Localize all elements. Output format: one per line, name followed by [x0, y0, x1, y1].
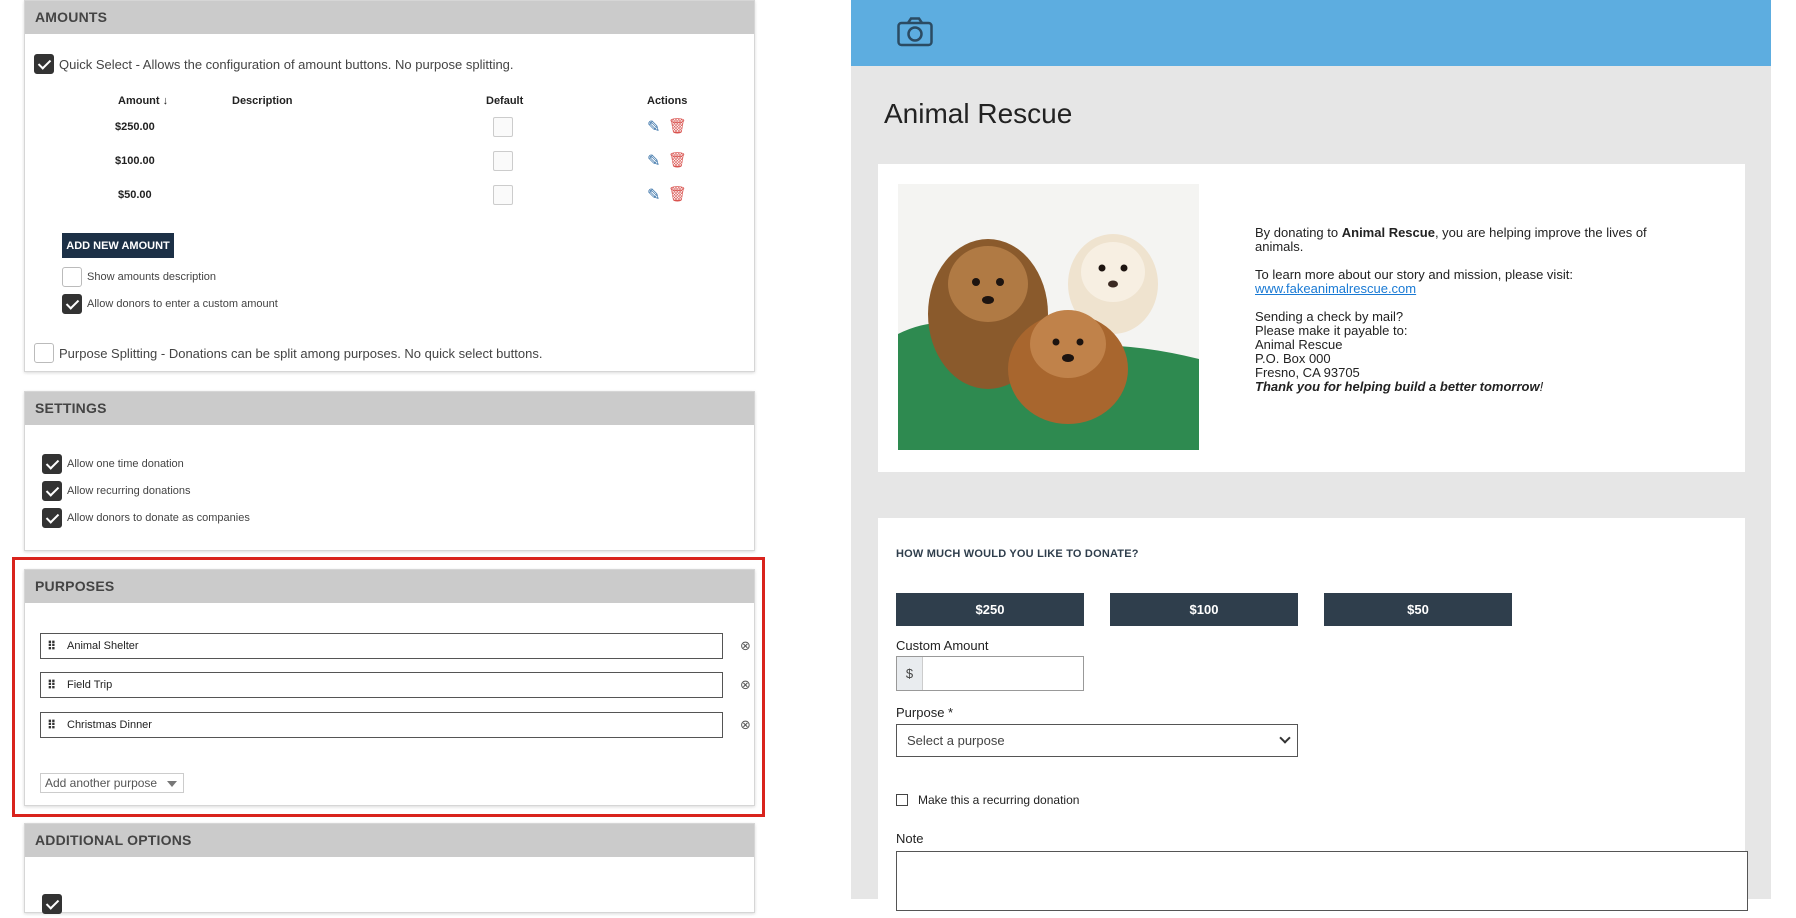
form-editor: AMOUNTS Quick Select - Allows the config… [0, 0, 780, 914]
desc-org-name: Animal Rescue [1341, 225, 1435, 240]
purpose-splitting-option[interactable]: Purpose Splitting - Donations can be spl… [34, 343, 542, 363]
donation-card: HOW MUCH WOULD YOU LIKE TO DONATE? $250 … [878, 518, 1748, 918]
amount-value: $100.00 [115, 155, 155, 167]
purpose-splitting-checkbox[interactable] [34, 343, 54, 363]
quick-select-label: Quick Select - Allows the configuration … [59, 56, 514, 72]
settings-label: Allow one time donation [67, 458, 184, 470]
note-label: Note [896, 831, 924, 846]
header-bar [851, 0, 1771, 66]
settings-header: SETTINGS [25, 392, 754, 425]
trash-icon[interactable]: 🗑︎ [668, 117, 687, 135]
check-mail-info: Sending a check by mail? Please make it … [1255, 310, 1675, 394]
additional-option-checkbox[interactable] [42, 894, 62, 914]
default-checkbox[interactable] [493, 117, 513, 137]
column-amount[interactable]: Amount ↓ [118, 95, 168, 107]
amounts-panel: AMOUNTS Quick Select - Allows the config… [24, 0, 755, 372]
show-description-option[interactable]: Show amounts description [62, 267, 216, 287]
puppies-photo [898, 184, 1199, 450]
chevron-down-icon [1279, 732, 1291, 744]
check-line: Fresno, CA 93705 [1255, 365, 1360, 380]
quick-select-option[interactable]: Quick Select - Allows the configuration … [34, 54, 514, 74]
amount-value: $50.00 [118, 189, 152, 201]
trash-icon[interactable]: 🗑︎ [668, 151, 687, 169]
check-line: Animal Rescue [1255, 337, 1343, 352]
org-description: By donating to Animal Rescue, you are he… [1255, 226, 1675, 394]
column-description: Description [232, 95, 293, 107]
quick-select-checkbox[interactable] [34, 54, 54, 74]
default-checkbox[interactable] [493, 185, 513, 205]
companies-checkbox[interactable] [42, 508, 62, 528]
allow-custom-label: Allow donors to enter a custom amount [87, 298, 278, 310]
custom-amount-input[interactable]: $ [896, 656, 1084, 691]
table-row: $50.00 ✎ 🗑︎ [80, 183, 720, 211]
donate-question: HOW MUCH WOULD YOU LIKE TO DONATE? [896, 548, 1139, 560]
allow-custom-option[interactable]: Allow donors to enter a custom amount [62, 294, 278, 314]
learn-more-text: To learn more about our story and missio… [1255, 267, 1573, 282]
allow-custom-checkbox[interactable] [62, 294, 82, 314]
additional-options-panel: ADDITIONAL OPTIONS [24, 823, 755, 914]
check-line: Sending a check by mail? [1255, 309, 1404, 324]
settings-option[interactable]: Allow one time donation [42, 454, 184, 474]
show-description-checkbox[interactable] [62, 267, 82, 287]
one-time-checkbox[interactable] [42, 454, 62, 474]
donation-preview: Animal Rescue By donating to Animal Resc… [851, 0, 1771, 918]
additional-options-header: ADDITIONAL OPTIONS [25, 824, 754, 857]
note-textarea[interactable] [896, 851, 1748, 911]
trash-icon[interactable]: 🗑︎ [668, 185, 687, 203]
pencil-icon[interactable]: ✎ [647, 117, 660, 137]
amount-value: $250.00 [115, 121, 155, 133]
check-line: P.O. Box 000 [1255, 351, 1331, 366]
org-title: Animal Rescue [884, 98, 1073, 129]
amounts-header: AMOUNTS [25, 1, 754, 34]
purpose-splitting-label: Purpose Splitting - Donations can be spl… [59, 345, 543, 361]
recurring-label: Make this a recurring donation [918, 793, 1080, 807]
amount-button-100[interactable]: $100 [1110, 593, 1298, 626]
purposes-highlight [12, 557, 765, 817]
column-default: Default [486, 95, 524, 107]
thank-you-text: Thank you for helping build a better tom… [1255, 379, 1540, 394]
purpose-placeholder: Select a purpose [907, 733, 1005, 748]
recurring-checkbox[interactable] [896, 794, 908, 806]
settings-option[interactable]: Allow recurring donations [42, 481, 191, 501]
purpose-label: Purpose * [896, 705, 954, 720]
purpose-select[interactable]: Select a purpose [896, 724, 1298, 757]
intro-card: By donating to Animal Rescue, you are he… [878, 164, 1745, 472]
recurring-option[interactable]: Make this a recurring donation [896, 793, 1079, 807]
settings-label: Allow donors to donate as companies [67, 512, 250, 524]
settings-option[interactable]: Allow donors to donate as companies [42, 508, 250, 528]
add-new-amount-button[interactable]: ADD NEW AMOUNT [62, 233, 174, 258]
amount-button-50[interactable]: $50 [1324, 593, 1512, 626]
settings-panel: SETTINGS Allow one time donation Allow r… [24, 391, 755, 551]
table-row: $250.00 ✎ 🗑︎ [80, 115, 720, 143]
pencil-icon[interactable]: ✎ [647, 151, 660, 171]
camera-icon[interactable] [897, 17, 933, 47]
currency-prefix: $ [897, 657, 923, 690]
recurring-checkbox[interactable] [42, 481, 62, 501]
desc-text: By donating to [1255, 225, 1342, 240]
show-description-label: Show amounts description [87, 271, 217, 283]
amount-button-250[interactable]: $250 [896, 593, 1084, 626]
column-actions: Actions [647, 95, 688, 107]
website-link[interactable]: www.fakeanimalrescue.com [1255, 281, 1416, 296]
table-row: $100.00 ✎ 🗑︎ [80, 149, 720, 177]
default-checkbox[interactable] [493, 151, 513, 171]
custom-amount-label: Custom Amount [896, 638, 989, 653]
check-line: Please make it payable to: [1255, 323, 1408, 338]
settings-label: Allow recurring donations [67, 485, 191, 497]
pencil-icon[interactable]: ✎ [647, 185, 660, 205]
thank-you-end: ! [1539, 379, 1544, 394]
